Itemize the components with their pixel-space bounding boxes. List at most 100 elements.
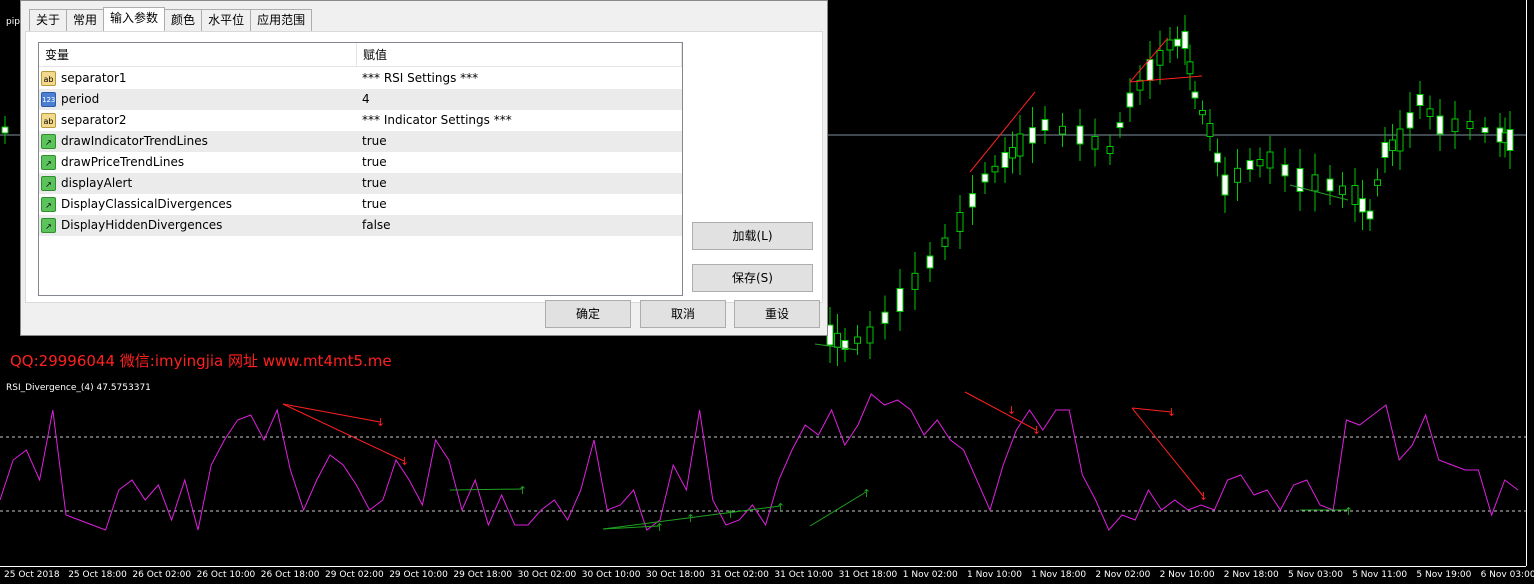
parameter-value[interactable]: true: [362, 152, 387, 173]
candle-body: [1191, 91, 1199, 99]
time-tick-label: 2 Nov 18:00: [1223, 570, 1279, 580]
parameter-row[interactable]: ↗ drawPriceTrendLines true: [39, 152, 682, 173]
cancel-button[interactable]: 取消: [640, 300, 726, 328]
save-button[interactable]: 保存(S): [692, 264, 813, 292]
tab-strip: 关于 常用 输入参数 颜色 水平位 应用范围: [29, 7, 313, 31]
tab-colors[interactable]: 颜色: [164, 9, 203, 31]
tab-about[interactable]: 关于: [29, 9, 68, 31]
candle-body: [1076, 125, 1084, 145]
candle-body: [1, 126, 9, 134]
parameter-value[interactable]: true: [362, 173, 387, 194]
candle-body: [981, 173, 989, 183]
tab-inputs[interactable]: 输入参数: [103, 7, 166, 31]
parameter-value[interactable]: *** Indicator Settings ***: [362, 110, 512, 131]
tab-common[interactable]: 常用: [66, 9, 105, 31]
candle-body: [1426, 108, 1434, 118]
candle-body: [1481, 127, 1489, 134]
boolean-icon: ↗: [41, 197, 56, 212]
tab-levels[interactable]: 水平位: [201, 9, 252, 31]
load-button[interactable]: 加载(L): [692, 222, 813, 250]
rsi-indicator-window[interactable]: ↓ ↓ ↓ ↓ ↓ ↓ ↑ ↑ ↑ ↑ ↑ ↑ ↑: [0, 380, 1526, 566]
parameter-value[interactable]: true: [362, 131, 387, 152]
parameter-row[interactable]: 123 period 4: [39, 89, 682, 110]
rsi-trendline-bearish: [1131, 407, 1172, 413]
parameter-row[interactable]: ↗ DisplayClassicalDivergences true: [39, 194, 682, 215]
time-tick-label: 31 Oct 02:00: [710, 570, 769, 580]
candle-body: [1374, 179, 1381, 186]
string-icon: ab: [41, 113, 56, 128]
candle-body: [1016, 133, 1024, 157]
sell-arrow-icon: ↓: [376, 416, 385, 429]
time-tick-label: 29 Oct 10:00: [389, 570, 448, 580]
time-tick-label: 31 Oct 10:00: [774, 570, 834, 580]
candle-body: [1174, 38, 1181, 47]
tab-visualization[interactable]: 应用范围: [250, 9, 313, 31]
candle-body: [1416, 94, 1424, 106]
time-tick-label: 25 Oct 18:00: [68, 570, 127, 580]
time-tick-label: 1 Nov 18:00: [1031, 570, 1087, 580]
price-axis: [1526, 0, 1534, 566]
parameter-name: drawIndicatorTrendLines: [61, 134, 208, 148]
boolean-icon: ↗: [41, 176, 56, 191]
time-tick-label: 1 Nov 02:00: [902, 570, 958, 580]
parameter-value[interactable]: false: [362, 215, 391, 236]
parameter-value[interactable]: *** RSI Settings ***: [362, 68, 478, 89]
parameter-row[interactable]: ↗ displayAlert true: [39, 173, 682, 194]
sell-arrow-icon: ↓: [1167, 406, 1176, 419]
candle-body: [1389, 139, 1396, 151]
input-parameters-grid[interactable]: 变量 赋值 ab separator1 *** RSI Settings *** 12…: [38, 42, 683, 296]
parameter-name: DisplayClassicalDivergences: [61, 197, 233, 211]
buy-arrow-icon: ↑: [1344, 505, 1353, 518]
candle-body: [1466, 121, 1474, 129]
candle-body: [911, 272, 919, 290]
column-header-value[interactable]: 赋值: [357, 43, 682, 67]
candle-body: [1199, 110, 1206, 116]
buy-arrow-icon: ↑: [776, 501, 785, 514]
indicator-properties-dialog: 关于 常用 输入参数 颜色 水平位 应用范围 变量 赋值 ab separator…: [20, 0, 828, 336]
rsi-trendline-bearish: [964, 391, 1037, 431]
parameter-row[interactable]: ↗ drawIndicatorTrendLines true: [39, 131, 682, 152]
candle-body: [926, 255, 934, 269]
candle-body: [1266, 151, 1274, 169]
candle-body: [1156, 50, 1164, 66]
integer-icon: 123: [41, 92, 56, 107]
ok-button[interactable]: 确定: [545, 300, 631, 328]
candle-body: [854, 336, 861, 344]
candle-body: [1366, 210, 1374, 220]
time-axis: 25 Oct 2018 25 Oct 18:00 26 Oct 02:00 26 Oc…: [0, 566, 1534, 584]
candle-body: [1146, 59, 1154, 81]
candle-body: [1436, 115, 1444, 135]
parameter-name: displayAlert: [61, 176, 133, 190]
parameter-row[interactable]: ab separator1 *** RSI Settings ***: [39, 68, 682, 89]
candle-body: [1281, 164, 1289, 177]
time-tick-label: 31 Oct 18:00: [838, 570, 898, 580]
buy-arrow-icon: ↑: [655, 521, 664, 534]
reset-button[interactable]: 重设: [734, 300, 820, 328]
buy-arrow-icon: ↑: [686, 512, 695, 525]
time-tick-label: 25 Oct 2018: [4, 570, 60, 580]
time-tick-label: 29 Oct 02:00: [325, 570, 384, 580]
candle-body: [1396, 128, 1404, 152]
candle-body: [1206, 123, 1214, 137]
sell-arrow-icon: ↓: [1007, 404, 1016, 417]
boolean-icon: ↗: [41, 155, 56, 170]
parameter-row[interactable]: ↗ DisplayHiddenDivergences false: [39, 215, 682, 236]
string-icon: ab: [41, 71, 56, 86]
time-tick-label: 30 Oct 02:00: [517, 570, 577, 580]
candle-body: [1029, 127, 1036, 144]
parameter-value[interactable]: 4: [362, 89, 370, 110]
parameter-value[interactable]: true: [362, 194, 387, 215]
candle-body: [896, 288, 904, 312]
candle-body: [881, 311, 889, 324]
candle-body: [1106, 146, 1114, 154]
rsi-trendline-bullish: [809, 491, 867, 527]
candle-body: [1001, 152, 1009, 168]
time-tick-label: 26 Oct 10:00: [196, 570, 256, 580]
candle-body: [1451, 118, 1459, 133]
rsi-trendline-bearish: [1131, 407, 1204, 497]
parameter-row[interactable]: ab separator2 *** Indicator Settings ***: [39, 110, 682, 131]
column-header-variable[interactable]: 变量: [39, 43, 357, 67]
candle-body: [1381, 142, 1389, 158]
time-tick-label: 30 Oct 10:00: [581, 570, 641, 580]
time-tick-label: 2 Nov 02:00: [1095, 570, 1151, 580]
